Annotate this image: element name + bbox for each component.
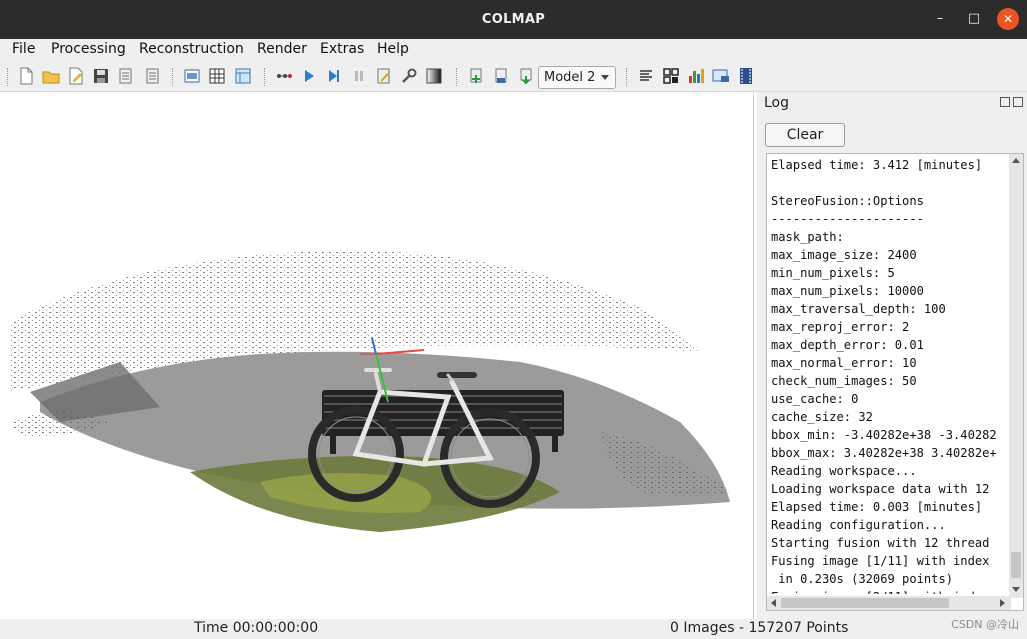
float-panel-icon[interactable] (1000, 97, 1010, 107)
log-text: Elapsed time: 3.412 [minutes] StereoFusi… (771, 156, 1007, 594)
menu-processing[interactable]: Processing (51, 41, 126, 57)
log-line: cache_size: 32 (771, 410, 873, 424)
import-model-icon[interactable] (117, 67, 135, 85)
play-icon[interactable] (300, 67, 318, 85)
statistics-icon[interactable] (687, 67, 705, 85)
log-line: max_normal_error: 10 (771, 356, 917, 370)
log-line: bbox_max: 3.40282e+38 3.40282e+ (771, 446, 997, 460)
status-bar: Time 00:00:00:00 0 Images - 157207 Point… (0, 619, 1027, 639)
log-line: max_image_size: 2400 (771, 248, 917, 262)
menu-file[interactable]: File (12, 41, 35, 57)
pause-icon[interactable] (350, 67, 368, 85)
chevron-down-icon (601, 75, 609, 80)
scroll-left-icon[interactable] (771, 599, 776, 607)
render-options-icon[interactable] (425, 67, 443, 85)
toolbar-separator (456, 68, 458, 86)
log-horizontal-scroll-thumb[interactable] (781, 598, 949, 608)
screenshot-icon[interactable] (712, 67, 730, 85)
log-line: StereoFusion::Options (771, 194, 924, 208)
menu-bar: File Processing Reconstruction Render Ex… (0, 39, 1027, 62)
toolbar-separator (7, 68, 9, 86)
menu-help[interactable]: Help (377, 41, 409, 57)
log-line: check_num_images: 50 (771, 374, 917, 388)
merge-models-icon[interactable] (492, 67, 510, 85)
status-time: Time 00:00:00:00 (194, 620, 319, 636)
log-panel: Log Clear Elapsed time: 3.412 [minutes] … (757, 92, 1027, 619)
dense-reconstruction-icon[interactable] (517, 67, 535, 85)
log-line: --------------------- (771, 212, 924, 226)
model-select[interactable]: Model 2 (538, 66, 616, 89)
log-line: Starting fusion with 12 thread (771, 536, 990, 550)
log-line: max_num_pixels: 10000 (771, 284, 924, 298)
close-panel-icon[interactable] (1013, 97, 1023, 107)
clear-log-button[interactable]: Clear (765, 123, 845, 147)
new-project-icon[interactable] (17, 67, 35, 85)
log-line: Elapsed time: 3.412 [minutes] (771, 158, 983, 172)
menu-extras[interactable]: Extras (320, 41, 364, 57)
wrench-icon[interactable] (400, 67, 418, 85)
log-line: bbox_min: -3.40282e+38 -3.40282 (771, 428, 997, 442)
point-cloud-render (10, 250, 730, 532)
feature-extraction-icon[interactable] (234, 67, 252, 85)
log-line: in 0.230s (32069 points) (771, 572, 954, 586)
toolbar: Model 2 (0, 62, 1027, 92)
log-vertical-scroll-thumb[interactable] (1011, 552, 1021, 578)
scroll-down-icon[interactable] (1012, 587, 1020, 592)
log-line: Loading workspace data with 12 (771, 482, 990, 496)
grid-icon[interactable] (662, 67, 680, 85)
watermark: CSDN @冷山 (951, 618, 1019, 631)
log-line: use_cache: 0 (771, 392, 859, 406)
log-line: max_reproj_error: 2 (771, 320, 910, 334)
minimize-icon[interactable]: – (929, 8, 951, 30)
toolbar-separator (626, 68, 628, 86)
video-icon[interactable] (737, 67, 755, 85)
menu-reconstruction[interactable]: Reconstruction (139, 41, 244, 57)
log-panel-title: Log (764, 95, 790, 111)
step-icon[interactable] (325, 67, 343, 85)
log-line: max_traversal_depth: 100 (771, 302, 946, 316)
log-output[interactable]: Elapsed time: 3.412 [minutes] StereoFusi… (766, 153, 1024, 611)
scroll-up-icon[interactable] (1012, 158, 1020, 163)
log-line: Fusing image [1/11] with index (771, 554, 990, 568)
log-line: Reading configuration... (771, 518, 946, 532)
title-bar: COLMAP – □ ✕ (0, 0, 1027, 39)
model-viewer[interactable] (0, 92, 754, 619)
start-reconstruction-icon[interactable] (275, 67, 293, 85)
log-line: Elapsed time: 0.003 [minutes] (771, 500, 983, 514)
log-vertical-scrollbar[interactable] (1009, 154, 1023, 598)
feature-matching-icon[interactable] (208, 67, 226, 85)
model-select-value: Model 2 (544, 70, 596, 85)
menu-render[interactable]: Render (257, 41, 307, 57)
log-line: Fusing image [2/11] with index (771, 588, 1007, 594)
toolbar-separator (264, 68, 266, 86)
log-line: max_depth_error: 0.01 (771, 338, 924, 352)
add-model-icon[interactable] (467, 67, 485, 85)
log-horizontal-scrollbar[interactable] (767, 596, 1011, 610)
toolbar-separator (172, 68, 174, 86)
edit-project-icon[interactable] (67, 67, 85, 85)
database-management-icon[interactable] (183, 67, 201, 85)
save-project-icon[interactable] (92, 67, 110, 85)
scroll-right-icon[interactable] (1000, 599, 1005, 607)
log-icon[interactable] (637, 67, 655, 85)
maximize-icon[interactable]: □ (963, 8, 985, 30)
open-project-icon[interactable] (42, 67, 60, 85)
bundle-adjustment-icon[interactable] (375, 67, 393, 85)
export-model-icon[interactable] (144, 67, 162, 85)
status-counts: 0 Images - 157207 Points (670, 620, 849, 636)
close-icon[interactable]: ✕ (997, 8, 1019, 30)
log-line: min_num_pixels: 5 (771, 266, 895, 280)
log-line: Reading workspace... (771, 464, 917, 478)
log-line: mask_path: (771, 230, 844, 244)
window-title: COLMAP (481, 12, 546, 27)
